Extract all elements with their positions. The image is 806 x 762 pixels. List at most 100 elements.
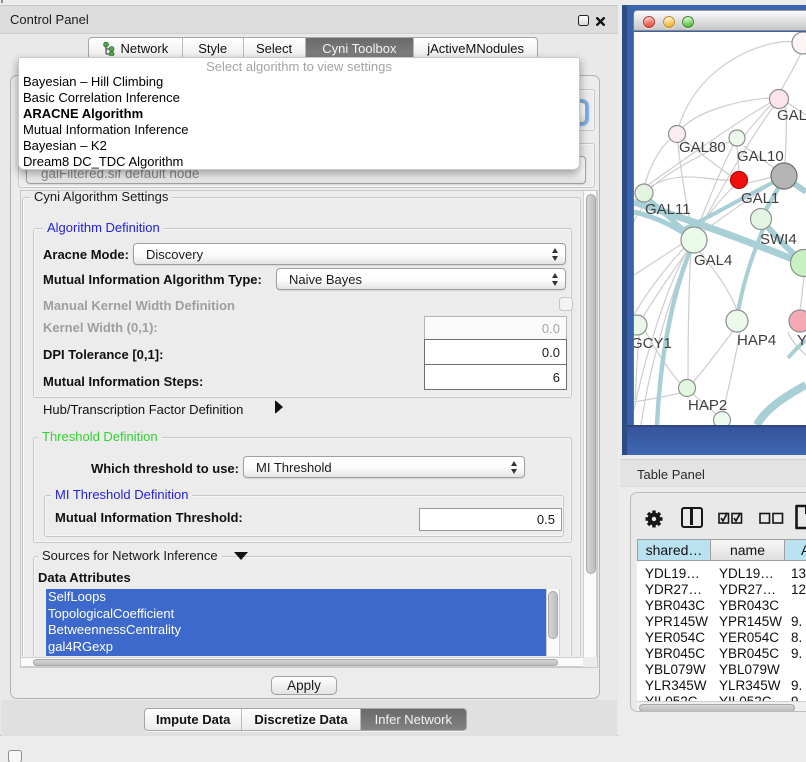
- tab-discretize-data[interactable]: Discretize Data: [242, 709, 360, 730]
- network-node[interactable]: [679, 380, 696, 397]
- gear-icon[interactable]: [644, 509, 664, 534]
- network-window-titlebar[interactable]: [633, 10, 806, 31]
- sources-header[interactable]: Sources for Network Inference: [38, 549, 222, 563]
- table-horizontal-scrollbar[interactable]: [637, 701, 806, 712]
- settings-vertical-scrollbar[interactable]: [583, 191, 597, 657]
- tab-style[interactable]: Style: [183, 38, 244, 59]
- close-icon[interactable]: [596, 17, 605, 26]
- network-canvas[interactable]: GALGAL80GAL10GAL1GAL11SWI4GAL4GCY1HAP4YH…: [634, 32, 806, 425]
- close-traffic-light[interactable]: [643, 16, 655, 28]
- which-threshold-combo[interactable]: MI Threshold: [243, 456, 525, 478]
- table-cell: 8.: [791, 630, 802, 646]
- scrollbar-thumb[interactable]: [33, 659, 558, 666]
- tab-label: Discretize Data: [254, 712, 347, 727]
- tab-infer-network[interactable]: Infer Network: [361, 709, 466, 730]
- manual-kernel-checkbox[interactable]: [559, 297, 573, 311]
- kernel-width-field[interactable]: 0.0: [424, 316, 567, 340]
- list-item[interactable]: gal4RGexp: [46, 639, 546, 656]
- network-node[interactable]: [726, 310, 748, 332]
- dpi-tolerance-field[interactable]: 0.0: [424, 339, 567, 365]
- attribute-list-scrollbar[interactable]: [546, 589, 560, 656]
- scrollbar-thumb[interactable]: [639, 704, 795, 712]
- network-node-label: GCY1: [634, 335, 672, 352]
- apply-button[interactable]: Apply: [271, 676, 337, 695]
- network-node-label: GAL1: [741, 190, 779, 207]
- popup-item[interactable]: Bayesian – Hill Climbing: [19, 74, 579, 90]
- hub-definition-header[interactable]: Hub/Transcription Factor Definition: [43, 402, 243, 417]
- cyni-bottom-tabs: Impute Data Discretize Data Infer Networ…: [144, 708, 467, 731]
- threshold-definition-title: Threshold Definition: [38, 430, 162, 444]
- tab-impute-data[interactable]: Impute Data: [145, 709, 242, 730]
- network-node-label: GAL: [777, 107, 806, 124]
- network-icon: [103, 42, 116, 56]
- column-header-shared-name[interactable]: shared…: [637, 539, 711, 561]
- mi-steps-field[interactable]: 6: [424, 364, 567, 390]
- combo-arrows-icon: [545, 273, 565, 286]
- settings-scrollpane: Cyni Algorithm Settings Algorithm Defini…: [20, 190, 598, 668]
- popup-item[interactable]: Mutual Information Inference: [19, 122, 579, 138]
- scrollbar-thumb[interactable]: [586, 194, 596, 574]
- new-table-icon[interactable]: [794, 504, 806, 530]
- network-node-label: GAL11: [645, 201, 691, 218]
- minimize-traffic-light[interactable]: [663, 16, 675, 28]
- tab-label: jActiveMNodules: [427, 41, 524, 56]
- settings-horizontal-scrollbar[interactable]: [21, 657, 583, 667]
- float-window-icon[interactable]: [578, 15, 589, 26]
- network-node[interactable]: [635, 184, 653, 202]
- control-panel-titlebar[interactable]: Control Panel: [0, 6, 618, 34]
- collapsed-arrow-icon[interactable]: [275, 400, 283, 414]
- table-row[interactable]: YBL079W YBL079W: [637, 662, 806, 678]
- mi-steps-label: Mutual Information Steps:: [43, 374, 203, 389]
- table-row[interactable]: YIL052CYIL052C9: [637, 694, 806, 701]
- network-node[interactable]: [681, 227, 707, 253]
- table-row[interactable]: YDR27…YDR27…12: [637, 582, 806, 598]
- expanded-arrow-icon[interactable]: [234, 552, 248, 560]
- network-frame-bottom: [627, 425, 806, 455]
- list-item[interactable]: SelfLoops: [46, 589, 546, 606]
- mi-threshold-field[interactable]: 0.5: [419, 508, 562, 531]
- table-row[interactable]: YBR045CYBR045C9.: [637, 646, 806, 662]
- list-item[interactable]: TopologicalCoefficient: [46, 606, 546, 623]
- table-row[interactable]: YLR345WYLR345W9.: [637, 678, 806, 694]
- network-node[interactable]: [789, 310, 806, 332]
- network-node[interactable]: [729, 130, 745, 146]
- zoom-traffic-light[interactable]: [682, 16, 694, 28]
- column-header-name[interactable]: name: [710, 539, 785, 561]
- network-node[interactable]: [770, 90, 789, 109]
- network-node-label: SWI4: [760, 231, 797, 248]
- tab-network[interactable]: Network: [89, 38, 183, 59]
- select-all-columns-icon[interactable]: [718, 512, 743, 530]
- tab-cyni-toolbox[interactable]: Cyni Toolbox: [306, 38, 415, 59]
- table-row[interactable]: YER054CYER054C8.: [637, 630, 806, 646]
- table-cell: YIL052C: [645, 694, 698, 701]
- popup-item[interactable]: Bayesian – K2: [19, 138, 579, 154]
- popup-item[interactable]: Basic Correlation Inference: [19, 90, 579, 106]
- network-node[interactable]: [751, 209, 772, 230]
- column-header-next[interactable]: A: [784, 539, 806, 561]
- network-node[interactable]: [771, 163, 797, 189]
- minimized-panel-icon[interactable]: [8, 750, 22, 762]
- tab-jactivemnodules[interactable]: jActiveMNodules: [414, 38, 537, 59]
- popup-header: Select algorithm to view settings: [19, 58, 579, 74]
- table-cell: 9.: [791, 678, 802, 694]
- list-item[interactable]: BetweennessCentrality: [46, 622, 546, 639]
- mi-type-combo[interactable]: Naive Bayes: [276, 268, 566, 290]
- table-row[interactable]: YBR043CYBR043C: [637, 598, 806, 614]
- table-cell: YBL079W: [645, 662, 706, 678]
- scrollbar-thumb[interactable]: [548, 591, 558, 639]
- aracne-mode-label: Aracne Mode:: [43, 247, 129, 262]
- network-node[interactable]: [792, 32, 806, 54]
- split-panel-icon[interactable]: [681, 507, 703, 528]
- tab-select[interactable]: Select: [244, 38, 306, 59]
- table-cell: YPR145W: [719, 614, 782, 630]
- network-node[interactable]: [634, 315, 647, 335]
- network-node[interactable]: [731, 172, 748, 189]
- table-cell: YBL079W: [719, 662, 780, 678]
- popup-item-selected[interactable]: ARACNE Algorithm: [19, 106, 579, 122]
- unselect-all-columns-icon[interactable]: [759, 512, 784, 530]
- aracne-mode-combo[interactable]: Discovery: [133, 243, 566, 265]
- popup-item[interactable]: Dream8 DC_TDC Algorithm: [19, 154, 579, 170]
- table-row[interactable]: YDL19…YDL19…13: [637, 566, 806, 582]
- settings-box-title: Cyni Algorithm Settings: [30, 191, 172, 204]
- table-row[interactable]: YPR145WYPR145W9.: [637, 614, 806, 630]
